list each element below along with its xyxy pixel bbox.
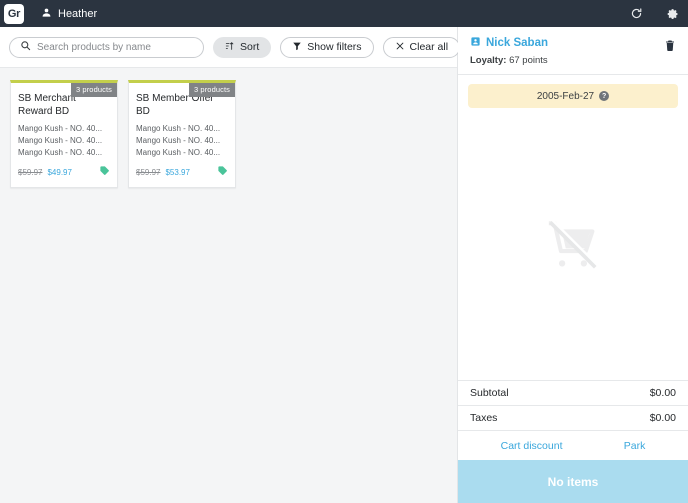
product-price-original: $59.97: [136, 168, 160, 177]
clear-all-button[interactable]: Clear all: [383, 37, 461, 58]
product-card-body: SB Member Offer BD Mango Kush - NO. 40..…: [129, 83, 235, 187]
cart-totals: Subtotal $0.00 Taxes $0.00 Cart discount…: [458, 380, 688, 460]
product-count-badge: 3 products: [71, 83, 117, 97]
product-card-body: SB Merchant Reward BD Mango Kush - NO. 4…: [11, 83, 117, 187]
product-card[interactable]: 3 products SB Merchant Reward BD Mango K…: [10, 80, 118, 188]
contact-card-icon: [470, 34, 481, 52]
empty-cart-area: [458, 108, 688, 380]
product-price-row: $59.97 $53.97: [136, 163, 228, 181]
search-input[interactable]: [37, 42, 193, 53]
empty-cart-icon: [542, 216, 604, 279]
loyalty-value: 67 points: [509, 55, 548, 66]
product-card[interactable]: 3 products SB Member Offer BD Mango Kush…: [128, 80, 236, 188]
refresh-icon[interactable]: [629, 6, 644, 21]
sort-label: Sort: [240, 41, 259, 53]
taxes-label: Taxes: [470, 412, 497, 424]
product-item-line: Mango Kush - NO. 40...: [18, 147, 110, 159]
app-logo[interactable]: Gr: [4, 4, 24, 24]
subtotal-label: Subtotal: [470, 387, 509, 399]
loyalty-label: Loyalty:: [470, 55, 506, 66]
sort-button[interactable]: Sort: [213, 37, 271, 58]
app-body: Sort Show filters Clear all: [0, 27, 688, 503]
sort-icon: [225, 41, 235, 54]
help-icon[interactable]: ?: [599, 91, 609, 101]
date-text: 2005-Feb-27: [537, 91, 594, 102]
search-box[interactable]: [9, 37, 204, 58]
tag-icon: [217, 163, 228, 181]
product-price-original: $59.97: [18, 168, 42, 177]
search-icon: [20, 38, 31, 56]
taxes-row: Taxes $0.00: [458, 406, 688, 431]
top-bar: Gr Heather: [0, 0, 688, 27]
person-icon: [41, 5, 52, 23]
date-banner[interactable]: 2005-Feb-27 ?: [468, 84, 678, 108]
funnel-icon: [292, 41, 302, 54]
product-item-line: Mango Kush - NO. 40...: [136, 135, 228, 147]
product-price-discounted: $53.97: [165, 168, 189, 177]
tag-icon: [99, 163, 110, 181]
customer-info: Nick Saban Loyalty: 67 points: [470, 34, 664, 66]
cart-actions: Cart discount Park: [458, 431, 688, 460]
product-price-discounted: $49.97: [47, 168, 71, 177]
taxes-value: $0.00: [650, 412, 676, 424]
subtotal-row: Subtotal $0.00: [458, 381, 688, 406]
product-item-line: Mango Kush - NO. 40...: [18, 135, 110, 147]
customer-name: Nick Saban: [486, 37, 548, 49]
checkout-button[interactable]: No items: [458, 460, 688, 503]
clear-all-label: Clear all: [410, 41, 449, 53]
subtotal-value: $0.00: [650, 387, 676, 399]
product-item-line: Mango Kush - NO. 40...: [136, 123, 228, 135]
park-link[interactable]: Park: [624, 440, 646, 452]
show-filters-button[interactable]: Show filters: [280, 37, 373, 58]
product-item-line: Mango Kush - NO. 40...: [18, 123, 110, 135]
current-user-label: Heather: [58, 8, 97, 20]
show-filters-label: Show filters: [307, 41, 361, 53]
product-count-badge: 3 products: [189, 83, 235, 97]
product-grid: 3 products SB Merchant Reward BD Mango K…: [0, 68, 457, 503]
customer-header: Nick Saban Loyalty: 67 points: [458, 27, 688, 75]
cart-discount-link[interactable]: Cart discount: [501, 440, 563, 452]
product-price-row: $59.97 $49.97: [18, 163, 110, 181]
pos-app: Gr Heather: [0, 0, 688, 503]
catalog-toolbar: Sort Show filters Clear all: [0, 27, 457, 68]
close-icon: [395, 41, 405, 54]
gear-icon[interactable]: [664, 6, 679, 21]
loyalty-row: Loyalty: 67 points: [470, 55, 664, 66]
topbar-actions: [629, 6, 679, 21]
cart-pane: Nick Saban Loyalty: 67 points 2005-Feb-2…: [458, 27, 688, 503]
customer-name-row[interactable]: Nick Saban: [470, 34, 664, 52]
catalog-pane: Sort Show filters Clear all: [0, 27, 458, 503]
trash-icon[interactable]: [664, 34, 676, 57]
product-item-line: Mango Kush - NO. 40...: [136, 147, 228, 159]
current-user[interactable]: Heather: [41, 5, 97, 23]
